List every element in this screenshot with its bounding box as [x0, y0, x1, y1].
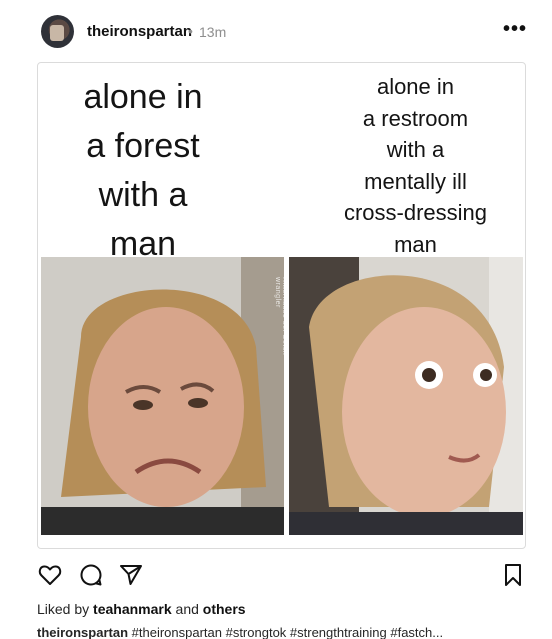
post-time[interactable]: 13m — [199, 24, 226, 40]
meme-right-photo — [289, 257, 523, 535]
post-header: theironspartan • 13m ••• — [0, 0, 552, 62]
heart-icon[interactable] — [37, 562, 63, 588]
meme-watermark: Ritterhause del Gotch wrangler — [274, 277, 288, 356]
post-actions — [0, 556, 552, 592]
liked-by-prefix: Liked by — [37, 601, 90, 617]
liked-by-user[interactable]: teahanmark — [93, 601, 172, 617]
liked-by-line: Liked by teahanmark and others — [37, 601, 246, 617]
liked-by-others[interactable]: others — [203, 601, 246, 617]
time-separator: • — [188, 23, 193, 39]
caption-username[interactable]: theironspartan — [37, 625, 128, 639]
liked-by-joiner: and — [175, 601, 199, 617]
avatar[interactable] — [41, 15, 74, 48]
more-options-icon[interactable]: ••• — [503, 19, 526, 40]
post-image[interactable]: alone in a forest with a man alone in a … — [37, 62, 526, 549]
caption-text: #theironspartan #strongtok #strengthtrai… — [131, 625, 444, 639]
comment-icon[interactable] — [78, 562, 104, 588]
bookmark-icon[interactable] — [500, 562, 526, 588]
username[interactable]: theironspartan — [87, 23, 192, 40]
meme-left-photo — [41, 257, 284, 535]
meme-right-caption: alone in a restroom with a mentally ill … — [343, 74, 488, 257]
post-caption: theironspartan #theironspartan #strongto… — [37, 625, 552, 639]
send-icon[interactable] — [118, 562, 144, 588]
meme-left-caption: alone in a forest with a man — [83, 78, 203, 263]
